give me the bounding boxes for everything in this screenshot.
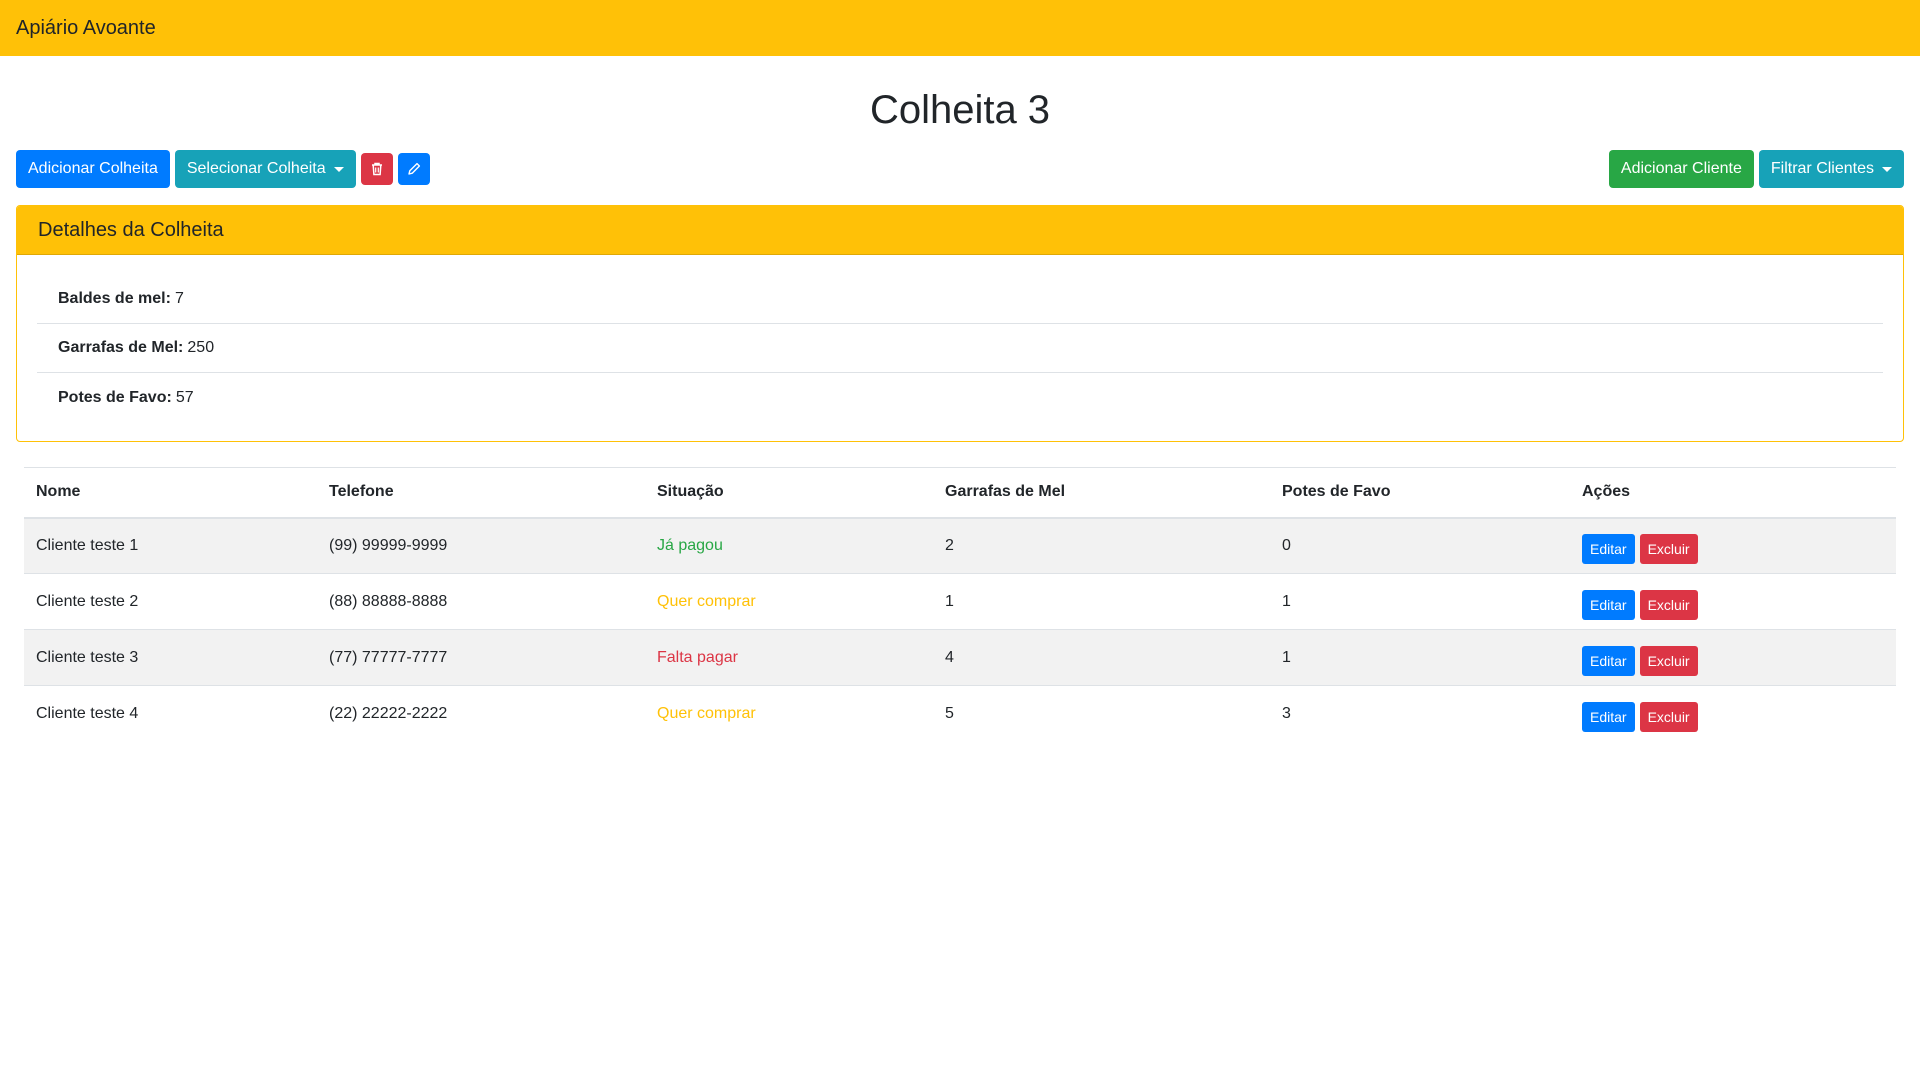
clients-table: Nome Telefone Situação Garrafas de Mel P…: [24, 467, 1896, 742]
edit-client-button[interactable]: Editar: [1582, 589, 1635, 620]
navbar: Apiário Avoante: [0, 0, 1920, 56]
delete-harvest-button[interactable]: [360, 153, 393, 185]
client-phone: (99) 99999-9999: [317, 517, 645, 574]
client-actions: Editar Excluir: [1570, 517, 1896, 574]
detail-comb-jars: Potes de Favo: 57: [37, 373, 1883, 422]
table-row: Cliente teste 4 (22) 22222-2222 Quer com…: [24, 685, 1896, 742]
clients-table-wrap: Nome Telefone Situação Garrafas de Mel P…: [24, 467, 1896, 742]
column-header-bottles: Garrafas de Mel: [933, 467, 1270, 519]
edit-harvest-button[interactable]: [397, 153, 430, 185]
page-title: Colheita 3: [869, 88, 1051, 132]
client-name: Cliente teste 3: [24, 629, 317, 686]
table-row: Cliente teste 1 (99) 99999-9999 Já pagou…: [24, 517, 1896, 574]
client-actions: Adicionar Cliente Filtrar Clientes: [1608, 150, 1904, 188]
detail-label: Garrafas de Mel:: [58, 339, 184, 356]
detail-bottles: Garrafas de Mel: 250: [37, 324, 1883, 373]
table-row: Cliente teste 2 (88) 88888-8888 Quer com…: [24, 573, 1896, 630]
client-actions: Editar Excluir: [1570, 573, 1896, 630]
add-harvest-button[interactable]: Adicionar Colheita: [16, 150, 170, 188]
delete-client-button[interactable]: Excluir: [1639, 589, 1698, 620]
trash-icon: [371, 162, 383, 176]
edit-client-button[interactable]: Editar: [1582, 701, 1635, 732]
detail-value: 250: [187, 339, 215, 356]
detail-label: Baldes de mel:: [58, 290, 171, 307]
detail-buckets: Baldes de mel: 7: [37, 275, 1883, 324]
add-client-button[interactable]: Adicionar Cliente: [1608, 150, 1754, 188]
client-name: Cliente teste 2: [24, 573, 317, 630]
pencil-icon: [407, 162, 421, 176]
table-header: Nome Telefone Situação Garrafas de Mel P…: [24, 467, 1896, 519]
edit-client-button[interactable]: Editar: [1582, 645, 1635, 676]
client-status: Quer comprar: [645, 573, 933, 630]
edit-client-button[interactable]: Editar: [1582, 533, 1635, 564]
client-name: Cliente teste 4: [24, 685, 317, 742]
client-phone: (77) 77777-7777: [317, 629, 645, 686]
harvest-details-body: Baldes de mel: 7 Garrafas de Mel: 250 Po…: [17, 255, 1903, 441]
harvest-details-card: Detalhes da Colheita Baldes de mel: 7 Ga…: [16, 205, 1904, 442]
client-status: Falta pagar: [645, 629, 933, 686]
harvest-actions: Adicionar Colheita Selecionar Colheita: [16, 150, 430, 188]
navbar-brand[interactable]: Apiário Avoante: [16, 17, 156, 40]
table-row: Cliente teste 3 (77) 77777-7777 Falta pa…: [24, 629, 1896, 686]
client-bottles: 2: [933, 517, 1270, 574]
client-bottles: 1: [933, 573, 1270, 630]
client-actions: Editar Excluir: [1570, 685, 1896, 742]
client-phone: (22) 22222-2222: [317, 685, 645, 742]
client-actions: Editar Excluir: [1570, 629, 1896, 686]
detail-value: 7: [174, 290, 184, 307]
delete-client-button[interactable]: Excluir: [1639, 533, 1698, 564]
detail-label: Potes de Favo:: [58, 388, 172, 406]
client-status: Quer comprar: [645, 685, 933, 742]
toolbar: Adicionar Colheita Selecionar Colheita A…: [0, 150, 1920, 188]
client-comb-jars: 0: [1270, 517, 1570, 574]
column-header-comb-jars: Potes de Favo: [1270, 467, 1570, 519]
client-bottles: 4: [933, 629, 1270, 686]
delete-client-button[interactable]: Excluir: [1639, 645, 1698, 676]
delete-client-button[interactable]: Excluir: [1639, 701, 1698, 732]
column-header-status: Situação: [645, 467, 933, 519]
caret-down-icon: [333, 166, 344, 172]
client-comb-jars: 1: [1270, 629, 1570, 686]
client-bottles: 5: [933, 685, 1270, 742]
client-status: Já pagou: [645, 517, 933, 574]
column-header-name: Nome: [24, 467, 317, 519]
select-harvest-label: Selecionar Colheita: [186, 160, 326, 177]
client-phone: (88) 88888-8888: [317, 573, 645, 630]
filter-clients-dropdown[interactable]: Filtrar Clientes: [1758, 150, 1904, 188]
column-header-phone: Telefone: [317, 467, 645, 519]
filter-clients-label: Filtrar Clientes: [1770, 160, 1874, 177]
client-comb-jars: 1: [1270, 573, 1570, 630]
client-name: Cliente teste 1: [24, 517, 317, 574]
client-comb-jars: 3: [1270, 685, 1570, 742]
caret-down-icon: [1882, 166, 1892, 172]
detail-value: 57: [175, 388, 194, 406]
select-harvest-dropdown[interactable]: Selecionar Colheita: [174, 150, 356, 188]
harvest-details-header: Detalhes da Colheita: [17, 206, 1903, 255]
column-header-actions: Ações: [1570, 467, 1896, 519]
